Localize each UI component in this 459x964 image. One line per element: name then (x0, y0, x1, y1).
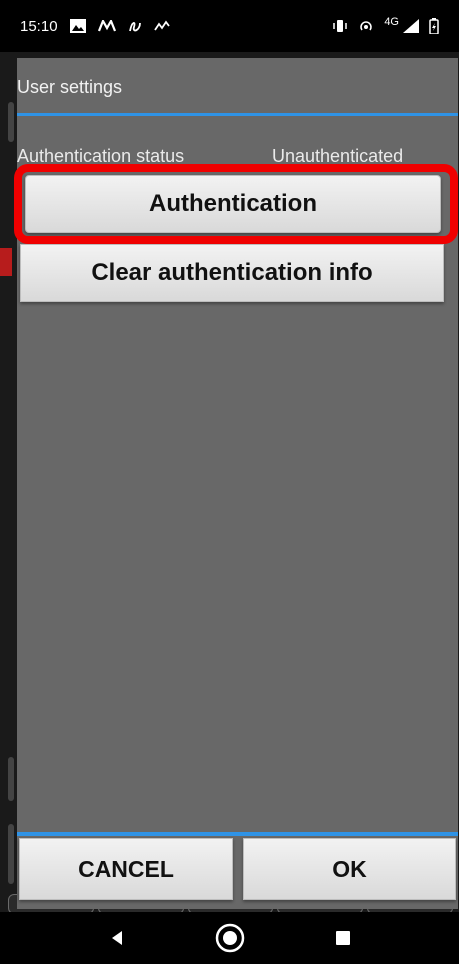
bottom-divider (17, 832, 458, 836)
title-divider (17, 113, 458, 116)
navigation-bar (0, 912, 459, 964)
auth-status-row: Authentication status Unauthenticated (17, 146, 458, 172)
background-edge (8, 102, 14, 142)
auth-status-value: Unauthenticated (272, 146, 404, 166)
clear-authentication-button[interactable]: Clear authentication info (20, 244, 444, 302)
back-icon[interactable] (93, 914, 141, 962)
network-type: 4G (384, 16, 399, 28)
clock: 15:10 (20, 17, 58, 35)
auth-status-label: Authentication status (17, 146, 185, 166)
background-edge (8, 824, 14, 884)
dialog-title: User settings (17, 77, 123, 97)
app-icon (128, 19, 142, 33)
status-bar: 15:10 4G (0, 0, 459, 52)
hotspot-icon (358, 19, 374, 33)
authentication-button[interactable]: Authentication (25, 175, 441, 233)
vibrate-icon (332, 19, 348, 33)
cancel-button[interactable]: CANCEL (19, 838, 233, 900)
m-logo-icon (97, 20, 116, 32)
signal-icon (403, 19, 419, 33)
image-icon (69, 19, 86, 33)
home-icon[interactable] (206, 914, 254, 962)
battery-icon (429, 18, 439, 34)
user-settings-dialog: User settings Authentication status Unau… (14, 58, 458, 909)
recents-icon[interactable] (319, 914, 367, 962)
background-red-marker (0, 248, 12, 276)
status-left: 15:10 (20, 18, 170, 35)
background-edge (8, 757, 14, 801)
ok-button[interactable]: OK (243, 838, 456, 900)
signal-alt-icon (153, 20, 170, 32)
status-right: 4G (332, 16, 439, 34)
